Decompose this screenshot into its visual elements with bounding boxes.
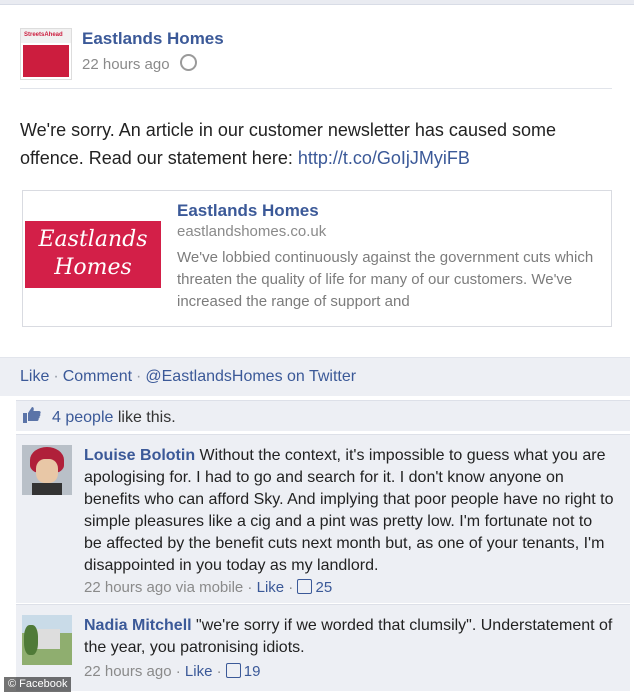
avatar-red-block [23, 45, 69, 77]
share-title[interactable]: Eastlands Homes [177, 201, 319, 221]
comment-body: Louise Bolotin Without the context, it's… [84, 445, 614, 577]
likes-text: 4 people like this. [52, 409, 176, 427]
share-domain: eastlandshomes.co.uk [177, 223, 327, 240]
image-credit: © Facebook [4, 677, 72, 692]
post-header: StreetsAhead Eastlands Homes 22 hours ag… [20, 26, 620, 86]
comment-time[interactable]: 22 hours ago via mobile [84, 579, 243, 596]
comment-body: Nadia Mitchell "we're sorry if we worded… [84, 615, 614, 659]
thumbs-up-icon [225, 663, 241, 678]
post-author[interactable]: Eastlands Homes [82, 29, 224, 49]
post-actions-bar: Like · Comment · @EastlandsHomes on Twitter [0, 357, 630, 396]
link-share-card[interactable]: Eastlands Homes Eastlands Homes eastland… [22, 190, 612, 327]
share-logo-image[interactable]: Eastlands Homes [25, 221, 161, 288]
post-actions: Like · Comment · @EastlandsHomes on Twitter [20, 368, 356, 386]
share-logo-line2: Homes [54, 255, 132, 280]
comment-like-link[interactable]: Like [185, 663, 213, 680]
comment-meta: 22 hours ago via mobile · Like · 25 [84, 579, 333, 596]
likes-count-link[interactable]: 4 people [52, 409, 113, 426]
comment-like-count[interactable]: 25 [315, 579, 332, 596]
commenter-avatar[interactable] [22, 615, 72, 665]
separator: · [136, 368, 142, 385]
comment-like-link[interactable]: Like [257, 579, 285, 596]
comment-like-count[interactable]: 19 [244, 663, 261, 680]
post-time: 22 hours ago [82, 54, 197, 73]
page-avatar[interactable]: StreetsAhead [20, 28, 72, 80]
commenter-avatar[interactable] [22, 445, 72, 495]
share-description: We've lobbied continuously against the g… [177, 249, 594, 310]
likes-summary: 4 people like this. [16, 400, 630, 431]
comment-item: Nadia Mitchell "we're sorry if we worded… [16, 604, 630, 691]
avatar-body [32, 483, 62, 495]
thumbs-up-icon [23, 407, 41, 423]
comment-meta: 22 hours ago · Like · 19 [84, 663, 261, 680]
commenter-name[interactable]: Nadia Mitchell [84, 617, 192, 634]
avatar-tree [24, 625, 38, 655]
twitter-source-link[interactable]: @EastlandsHomes on Twitter [145, 368, 356, 385]
header-divider [20, 88, 612, 89]
post-message-link[interactable]: http://t.co/GoIjJMyiFB [298, 148, 470, 168]
avatar-text: StreetsAhead [24, 32, 63, 38]
avatar-face [36, 459, 58, 483]
post-timestamp[interactable]: 22 hours ago [82, 56, 170, 73]
top-border [0, 0, 634, 5]
commenter-name[interactable]: Louise Bolotin [84, 447, 195, 464]
comment-text: Without the context, it's impossible to … [84, 447, 614, 574]
post-message: We're sorry. An article in our customer … [20, 116, 620, 172]
likes-suffix: like this. [113, 409, 176, 426]
globe-icon [179, 54, 197, 71]
separator: · [53, 368, 59, 385]
post-message-text: We're sorry. An article in our customer … [20, 120, 556, 168]
thumbs-up-icon [297, 579, 313, 594]
comment-link[interactable]: Comment [63, 368, 132, 385]
like-link[interactable]: Like [20, 368, 49, 385]
comment-time[interactable]: 22 hours ago [84, 663, 172, 680]
comment-item: Louise Bolotin Without the context, it's… [16, 434, 630, 603]
share-logo-line1: Eastlands [38, 227, 148, 252]
